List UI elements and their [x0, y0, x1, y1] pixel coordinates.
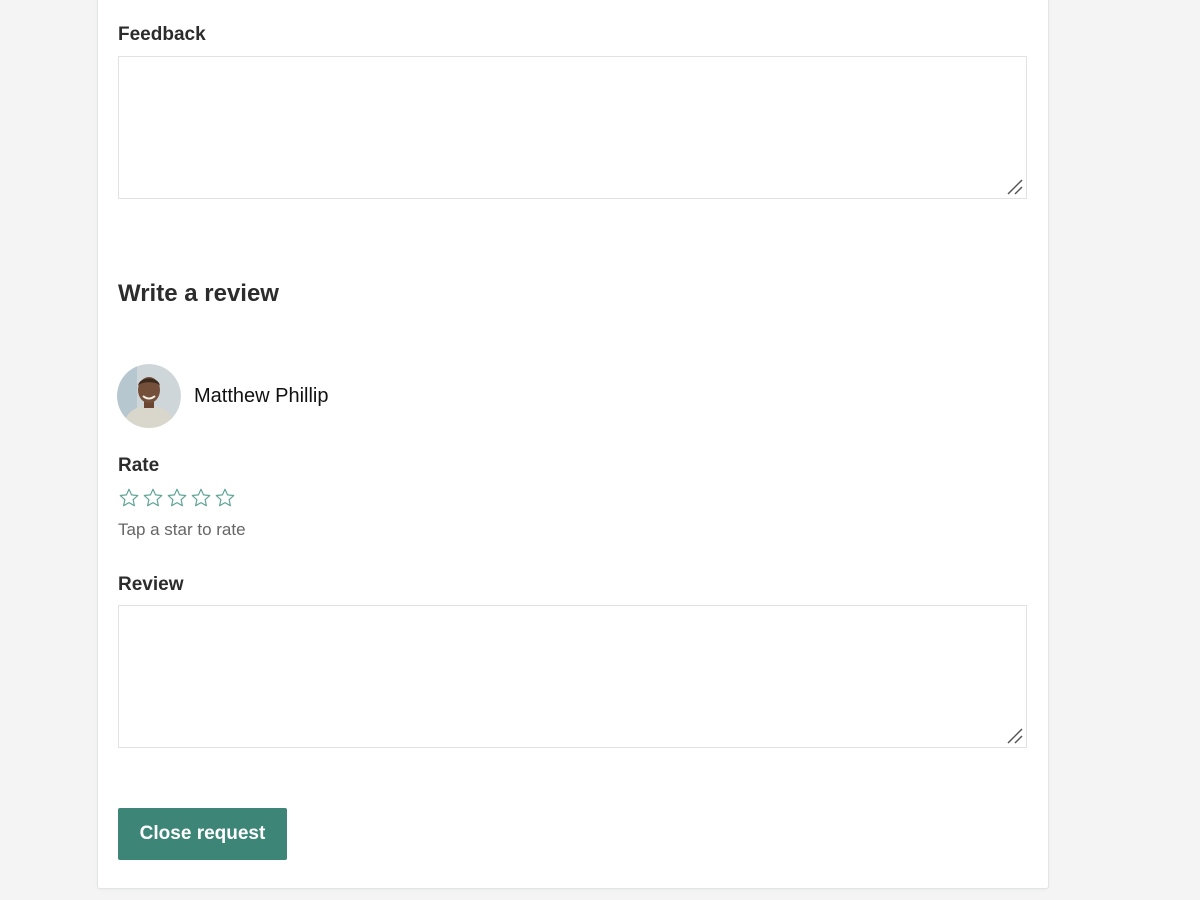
write-review-title: Write a review: [118, 280, 279, 307]
star-icon[interactable]: [166, 487, 188, 509]
request-card: Feedback Write a review Matthew Phillip: [97, 0, 1049, 889]
rate-label: Rate: [118, 455, 160, 476]
feedback-label: Feedback: [118, 24, 206, 45]
star-icon[interactable]: [118, 487, 140, 509]
star-icon[interactable]: [214, 487, 236, 509]
feedback-textarea[interactable]: [119, 57, 1026, 198]
resize-handle-icon[interactable]: [1006, 178, 1024, 196]
star-icon[interactable]: [142, 487, 164, 509]
rate-hint: Tap a star to rate: [118, 520, 246, 539]
resize-handle-icon[interactable]: [1006, 727, 1024, 745]
avatar: [117, 364, 181, 428]
star-rating[interactable]: [118, 487, 236, 509]
user-avatar-photo-icon: [117, 364, 181, 428]
close-request-button[interactable]: Close request: [118, 808, 287, 860]
review-textarea[interactable]: [119, 606, 1026, 747]
feedback-field-wrapper: [118, 56, 1027, 199]
user-name: Matthew Phillip: [194, 385, 329, 407]
review-field-wrapper: [118, 605, 1027, 748]
star-icon[interactable]: [190, 487, 212, 509]
review-label: Review: [118, 574, 184, 595]
